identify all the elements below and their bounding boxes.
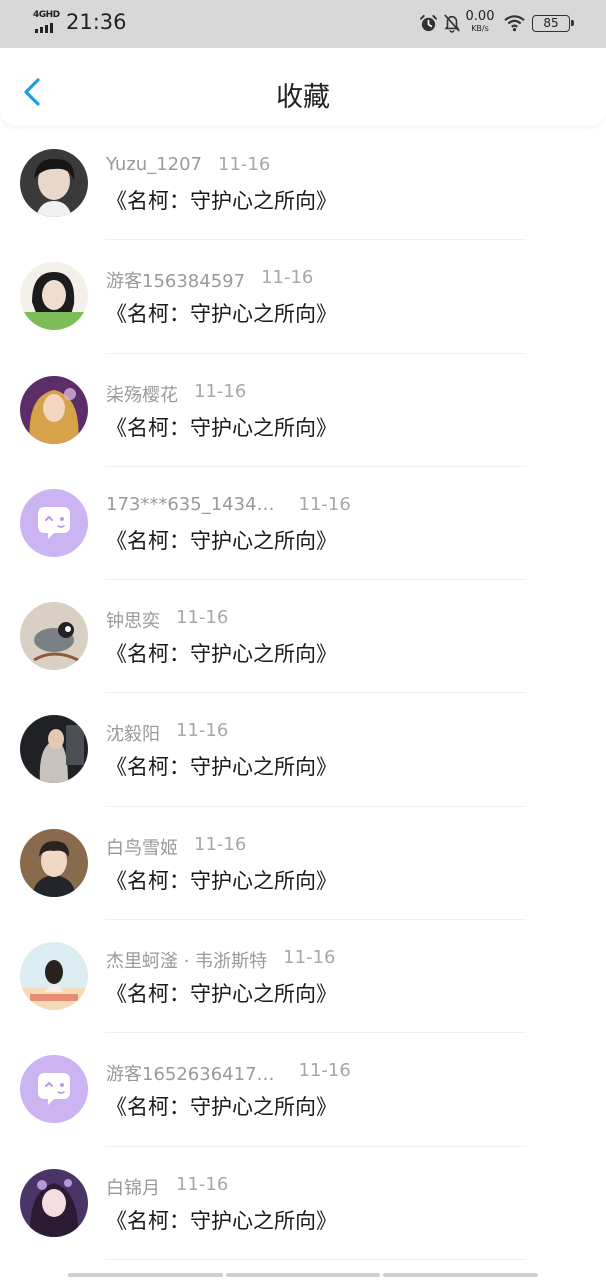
user-name: 柒殇樱花 xyxy=(106,384,178,406)
user-avatar[interactable] xyxy=(20,942,88,1011)
user-name: Yuzu_1207 xyxy=(106,154,203,175)
user-name: 白鸟雪姬 xyxy=(106,837,178,859)
book-title: 《名柯：守护心之所向》 xyxy=(106,189,337,213)
user-avatar[interactable] xyxy=(20,375,88,444)
item-meta: 173***635_1434… 11-16 xyxy=(106,494,351,515)
list-item[interactable]: 杰里蚵滏 · 韦浙斯特 11-16 《名柯：守护心之所向》 xyxy=(0,920,606,1034)
list-item[interactable]: Yuzu_1207 11-16 《名柯：守护心之所向》 xyxy=(0,127,606,241)
list-item[interactable]: 游客156384597 11-16 《名柯：守护心之所向》 xyxy=(0,240,606,354)
user-name: 杰里蚵滏 · 韦浙斯特 xyxy=(106,951,268,973)
item-date: 11-16 xyxy=(298,493,351,515)
mute-bell-icon xyxy=(444,14,460,33)
status-bar: 4GHD 21:36 0.00 KB/s 85 xyxy=(0,0,606,48)
user-avatar[interactable] xyxy=(20,149,88,217)
item-date: 11-16 xyxy=(194,380,247,402)
user-name: 173***635_1434… xyxy=(106,493,275,515)
user-name: 游客156384597 xyxy=(106,271,246,293)
book-title: 《名柯：守护心之所向》 xyxy=(106,642,337,667)
book-title: 《名柯：守护心之所向》 xyxy=(106,415,337,440)
clock-time: 21:36 xyxy=(66,10,127,34)
item-meta: Yuzu_1207 11-16 xyxy=(106,154,270,175)
list-item[interactable]: 游客1652636417… 11-16 《名柯：守护心之所向》 xyxy=(0,1033,606,1147)
divider xyxy=(105,1258,526,1260)
user-avatar[interactable] xyxy=(20,1168,88,1237)
item-meta: 钟思奕 11-16 xyxy=(106,607,228,633)
page-title: 收藏 xyxy=(276,82,330,113)
battery-icon: 85 xyxy=(532,15,574,32)
item-date: 11-16 xyxy=(298,1060,351,1082)
user-name: 白锦月 xyxy=(106,1177,160,1199)
user-name: 沈毅阳 xyxy=(106,724,160,746)
item-meta: 沈毅阳 11-16 xyxy=(106,720,228,746)
signal-icon xyxy=(35,23,53,33)
book-title: 《名柯：守护心之所向》 xyxy=(106,1208,337,1233)
item-meta: 游客1652636417… 11-16 xyxy=(106,1060,351,1086)
item-date: 11-16 xyxy=(218,154,271,175)
book-title: 《名柯：守护心之所向》 xyxy=(106,1095,337,1120)
favorites-list: Yuzu_1207 11-16 《名柯：守护心之所向》 游客156384597 11… xyxy=(0,127,606,1260)
item-meta: 柒殇樱花 11-16 xyxy=(106,381,246,407)
user-name: 游客1652636417… xyxy=(106,1064,275,1086)
item-date: 11-16 xyxy=(283,947,336,969)
item-date: 11-16 xyxy=(176,607,229,629)
default-chat-icon[interactable] xyxy=(20,1055,88,1124)
network-type: 4GHD xyxy=(33,10,60,20)
item-meta: 白锦月 11-16 xyxy=(106,1174,228,1200)
user-avatar[interactable] xyxy=(20,262,88,331)
list-item[interactable]: 沈毅阳 11-16 《名柯：守护心之所向》 xyxy=(0,693,606,807)
user-name: 钟思奕 xyxy=(106,611,160,633)
list-item[interactable]: 柒殇樱花 11-16 《名柯：守护心之所向》 xyxy=(0,354,606,467)
alarm-icon xyxy=(419,14,438,32)
item-meta: 杰里蚵滏 · 韦浙斯特 11-16 xyxy=(106,947,335,973)
book-title: 《名柯：守护心之所向》 xyxy=(106,868,337,893)
home-indicator xyxy=(68,1273,539,1277)
book-title: 《名柯：守护心之所向》 xyxy=(106,302,337,327)
default-chat-icon[interactable] xyxy=(20,488,88,557)
item-date: 11-16 xyxy=(194,833,247,855)
list-item[interactable]: 173***635_1434… 11-16 《名柯：守护心之所向》 xyxy=(0,467,606,581)
user-avatar[interactable] xyxy=(20,602,88,671)
list-item[interactable]: 钟思奕 11-16 《名柯：守护心之所向》 xyxy=(0,580,606,694)
book-title: 《名柯：守护心之所向》 xyxy=(106,982,337,1007)
book-title: 《名柯：守护心之所向》 xyxy=(106,755,337,780)
list-item[interactable]: 白锦月 11-16 《名柯：守护心之所向》 xyxy=(0,1147,606,1260)
user-avatar[interactable] xyxy=(20,828,88,897)
item-date: 11-16 xyxy=(176,1173,229,1195)
book-title: 《名柯：守护心之所向》 xyxy=(106,528,337,553)
item-meta: 白鸟雪姬 11-16 xyxy=(106,834,246,860)
user-avatar[interactable] xyxy=(20,715,88,784)
list-item[interactable]: 白鸟雪姬 11-16 《名柯：守护心之所向》 xyxy=(0,807,606,921)
item-date: 11-16 xyxy=(261,267,314,289)
wifi-icon xyxy=(504,15,525,32)
top-nav-bar: 收藏 xyxy=(0,48,606,126)
item-date: 11-16 xyxy=(176,720,229,742)
item-meta: 游客156384597 11-16 xyxy=(106,267,313,293)
network-speed: 0.00 KB/s xyxy=(465,9,495,34)
